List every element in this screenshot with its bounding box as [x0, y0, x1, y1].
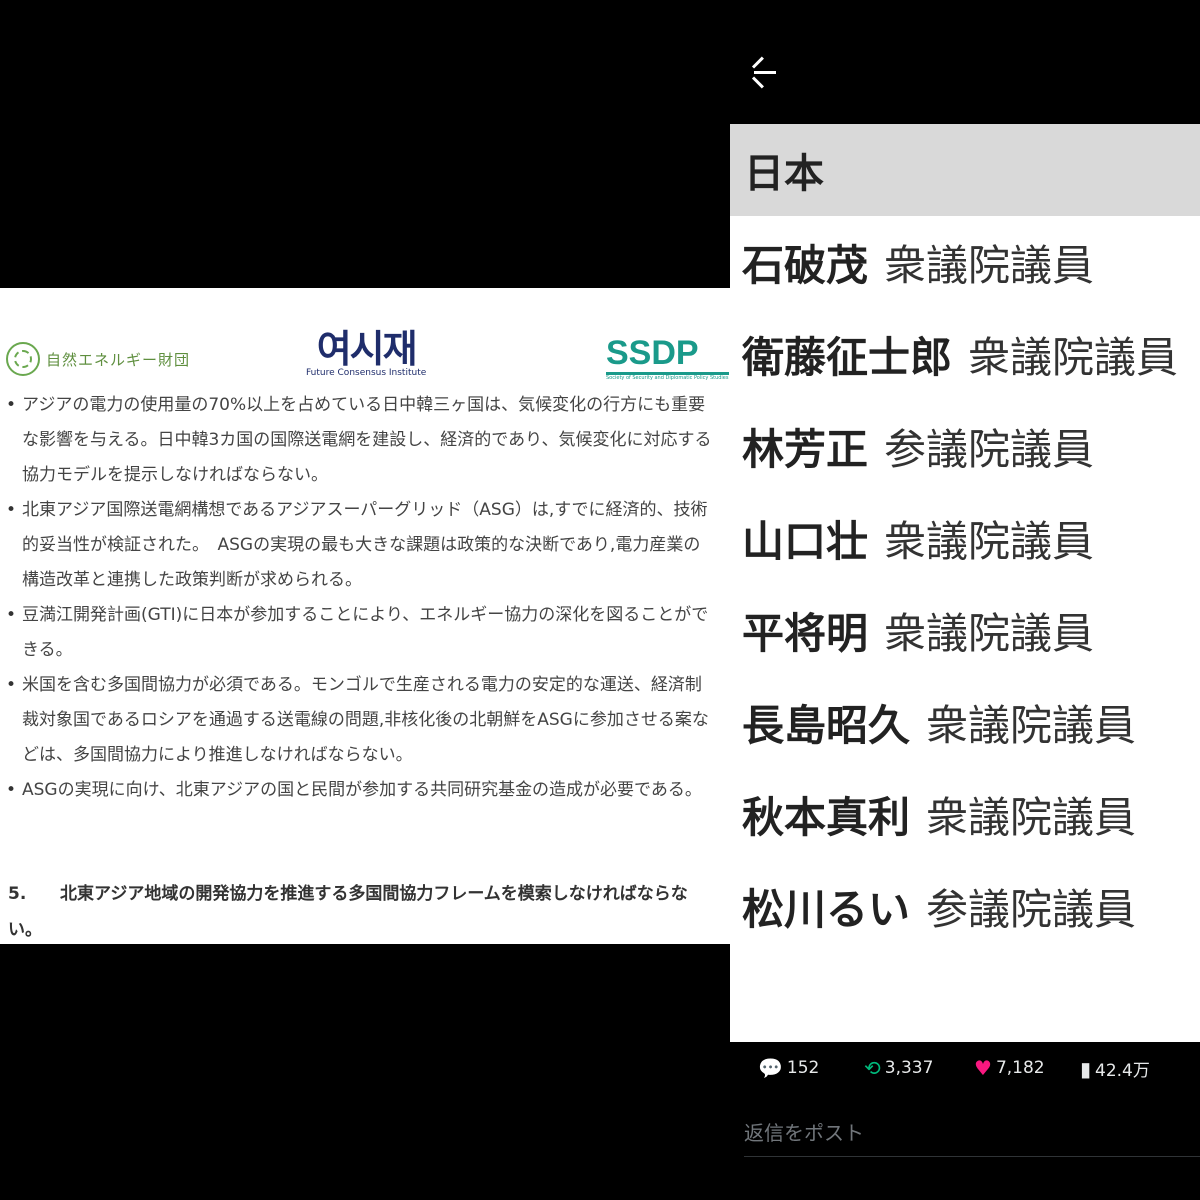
member-role: 衆議院議員 — [884, 516, 1095, 566]
post-panel: 日本 石破茂 衆議院議員 衛藤征士郎 衆議院議員 林芳正 参議院議員 山口壮 衆… — [730, 0, 1200, 1200]
member-row: 衛藤征士郎 衆議院議員 — [742, 324, 1178, 384]
member-role: 衆議院議員 — [968, 332, 1179, 382]
like-button[interactable]: ♥ 7,182 — [974, 1056, 1045, 1080]
views-button[interactable]: ▮ 42.4万 — [1080, 1056, 1150, 1082]
reply-icon: 💬 — [758, 1056, 783, 1080]
like-count: 7,182 — [995, 1058, 1045, 1078]
section-heading: 5. 北東アジア地域の開発協力を推進する多国間協力フレームを模索しなければならない… — [8, 876, 713, 944]
list-item: • ASGの実現に向け、北東アジアの国と民間が参加する共同研究基金の造成が必要であ… — [4, 773, 712, 808]
member-name: 長島昭久 — [742, 700, 911, 750]
member-row: 松川るい 参議院議員 — [742, 876, 1136, 936]
bullet-text: 米国を含む多国間協力が必須である。モンゴルで生産される電力の安定的な運送、経済制… — [22, 675, 709, 765]
bullet-dot: • — [6, 605, 17, 625]
section-title: 北東アジア地域の開発協力を推進する多国間協力フレームを模索しなければならない。 — [8, 884, 688, 940]
back-button[interactable] — [750, 56, 786, 92]
member-name: 衛藤征士郎 — [742, 332, 953, 382]
center-logo-subtitle: Future Consensus Institute — [306, 368, 427, 378]
member-name: 林芳正 — [742, 424, 869, 474]
member-row: 長島昭久 衆議院議員 — [742, 692, 1136, 752]
views-chart-icon: ▮ — [1080, 1056, 1092, 1081]
members-list-image[interactable]: 日本 石破茂 衆議院議員 衛藤征士郎 衆議院議員 林芳正 参議院議員 山口壮 衆… — [730, 124, 1200, 1042]
bullet-dot: • — [6, 780, 17, 800]
future-consensus-logo: 여시재 Future Consensus Institute — [306, 326, 427, 379]
member-role: 参議院議員 — [926, 884, 1137, 934]
views-count: 42.4万 — [1095, 1061, 1150, 1081]
arrow-left-icon — [754, 71, 776, 74]
member-row: 山口壮 衆議院議員 — [742, 508, 1094, 568]
renewable-energy-institute-logo: 自然エネルギー財団 — [6, 342, 190, 376]
member-name: 秋本真利 — [742, 792, 911, 842]
right-logo-subtitle: Society of Security and Diplomatic Polic… — [606, 375, 729, 381]
left-logo-text: 自然エネルギー財団 — [46, 350, 191, 369]
list-item: • アジアの電力の使用量の70%以上を占めている日中韓三ヶ国は、気候変化の行方にも… — [4, 388, 712, 493]
member-role: 衆議院議員 — [926, 792, 1137, 842]
repost-count: 3,337 — [884, 1058, 934, 1078]
member-role: 参議院議員 — [884, 424, 1095, 474]
bullet-text: 北東アジア国際送電網構想であるアジアスーパーグリッド（ASG）は,すでに経済的、… — [22, 500, 708, 590]
member-role: 衆議院議員 — [926, 700, 1137, 750]
section-number: 5. — [8, 884, 27, 904]
globe-icon — [6, 342, 40, 376]
reply-button[interactable]: 💬 152 — [758, 1056, 819, 1080]
list-item: • 北東アジア国際送電網構想であるアジアスーパーグリッド（ASG）は,すでに経済的… — [4, 493, 712, 598]
bullet-dot: • — [6, 675, 17, 695]
bullet-dot: • — [6, 500, 17, 520]
post-actions: 💬 152 ⟲ 3,337 ♥ 7,182 ▮ 42.4万 — [730, 1042, 1200, 1098]
member-row: 石破茂 衆議院議員 — [742, 232, 1094, 292]
country-header: 日本 — [730, 124, 1200, 216]
member-row: 平将明 衆議院議員 — [742, 600, 1094, 660]
right-logo-text: SSDP — [606, 334, 699, 372]
heart-icon: ♥ — [974, 1056, 992, 1080]
bullet-text: アジアの電力の使用量の70%以上を占めている日中韓三ヶ国は、気候変化の行方にも重… — [22, 395, 712, 485]
center-logo-mark: 여시재 — [316, 326, 418, 371]
bullet-text: 豆満江開発計画(GTI)に日本が参加することにより、エネルギー協力の深化を図るこ… — [22, 605, 709, 660]
repost-button[interactable]: ⟲ 3,337 — [864, 1056, 933, 1080]
bullet-dot: • — [6, 395, 17, 415]
ssdp-logo: SSDP Society of Security and Diplomatic … — [606, 336, 729, 381]
bullet-list: • アジアの電力の使用量の70%以上を占めている日中韓三ヶ国は、気候変化の行方にも… — [4, 388, 712, 808]
list-item: • 米国を含む多国間協力が必須である。モンゴルで生産される電力の安定的な運送、経済… — [4, 668, 712, 773]
member-name: 松川るい — [742, 884, 911, 934]
member-role: 衆議院議員 — [884, 240, 1095, 290]
document-image[interactable]: 自然エネルギー財団 여시재 Future Consensus Institute… — [0, 288, 730, 944]
repost-icon: ⟲ — [864, 1056, 881, 1080]
logo-bar: 自然エネルギー財団 여시재 Future Consensus Institute… — [0, 288, 730, 388]
bullet-text: ASGの実現に向け、北東アジアの国と民間が参加する共同研究基金の造成が必要である… — [22, 780, 702, 800]
member-row: 林芳正 参議院議員 — [742, 416, 1094, 476]
member-name: 山口壮 — [742, 516, 869, 566]
member-role: 衆議院議員 — [884, 608, 1095, 658]
reply-count: 152 — [786, 1058, 820, 1078]
reply-input[interactable]: 返信をポスト — [744, 1110, 1200, 1157]
member-name: 石破茂 — [742, 240, 869, 290]
member-row: 秋本真利 衆議院議員 — [742, 784, 1136, 844]
member-name: 平将明 — [742, 608, 869, 658]
list-item: • 豆満江開発計画(GTI)に日本が参加することにより、エネルギー協力の深化を図る… — [4, 598, 712, 668]
